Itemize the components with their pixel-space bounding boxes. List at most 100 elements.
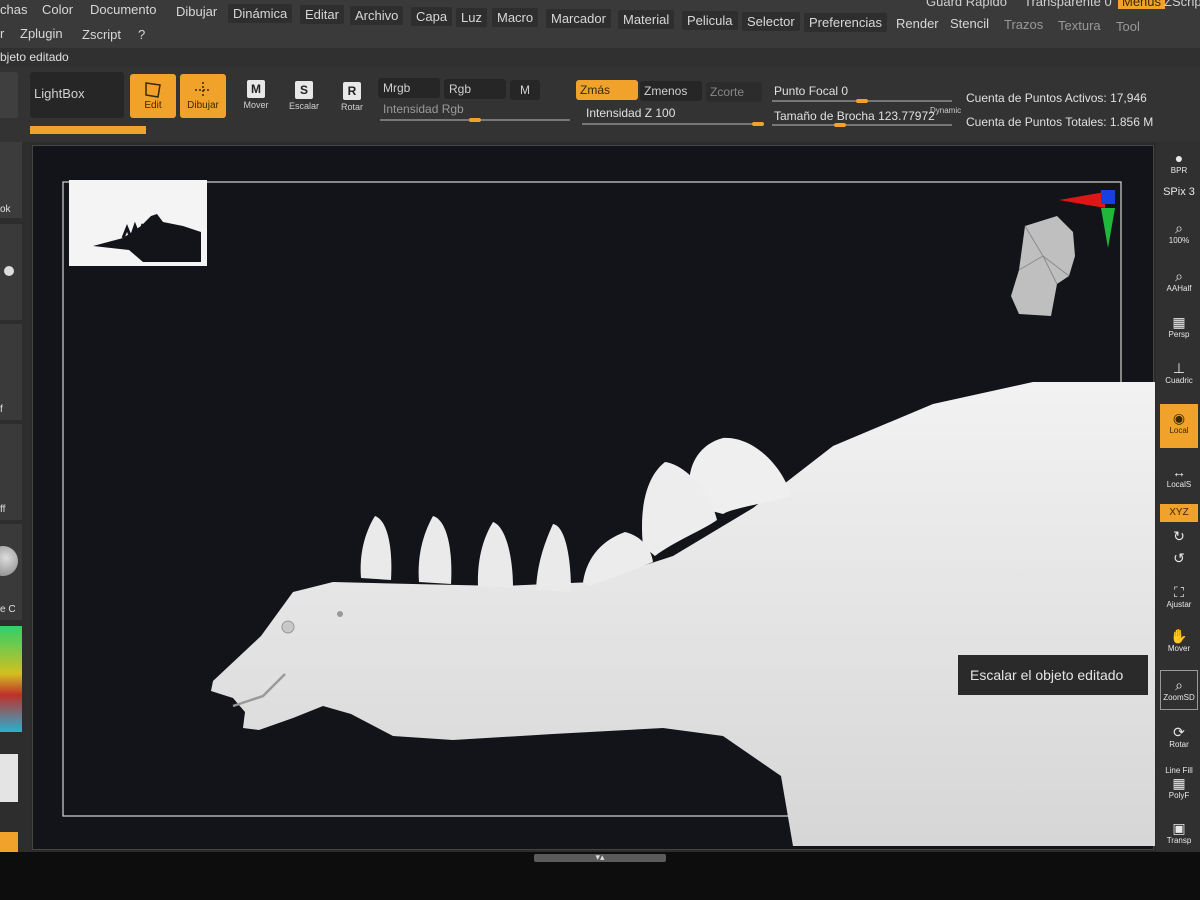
menu-item-selector[interactable]: Selector — [742, 12, 800, 31]
menu-item-material[interactable]: Material — [618, 10, 675, 29]
local-label: Local — [1169, 426, 1189, 435]
left-brush-slot[interactable]: ok — [0, 142, 22, 218]
menu-item-luz[interactable]: Luz — [456, 8, 487, 27]
scale-button[interactable]: S Escalar — [282, 81, 326, 125]
menu-item-capa[interactable]: Capa — [411, 7, 453, 26]
persp-button[interactable]: ▦ Persp — [1160, 308, 1198, 348]
zcut-button[interactable]: Zcorte — [706, 82, 762, 102]
symmetry-icon: ↔ — [1172, 464, 1186, 480]
tooltip: Escalar el objeto editado — [958, 655, 1148, 695]
menu-item-stencil[interactable]: Stencil — [950, 16, 989, 31]
menu-item-macro[interactable]: Macro — [492, 8, 539, 27]
transp-button[interactable]: ▣ Transp — [1160, 814, 1198, 854]
menu-item-color[interactable]: Color — [42, 2, 73, 17]
line-fill-label: Line Fill — [1165, 766, 1193, 775]
menu-item-pelicula[interactable]: Pelicula — [682, 11, 738, 30]
brush-size-slider[interactable] — [772, 124, 952, 126]
m-button[interactable]: M — [510, 80, 540, 100]
menu-item-zscript[interactable]: Zscript — [82, 27, 121, 42]
transp-label: Transp — [1166, 836, 1192, 845]
aahalf-button[interactable]: ⌕ AAHalf — [1160, 262, 1198, 302]
menu-item-marcador[interactable]: Marcador — [546, 9, 611, 28]
zoom3d-label: ZoomSD — [1163, 693, 1195, 702]
menu-item-tool[interactable]: Tool — [1116, 19, 1140, 34]
locals-button[interactable]: ↔ LocalS — [1160, 458, 1198, 498]
polyframe-button[interactable]: Line Fill ▦ PolyF — [1160, 766, 1198, 806]
floor-icon: ⊥ — [1172, 360, 1186, 376]
zadd-button[interactable]: Zmás — [576, 80, 638, 100]
menu-item-dinamica[interactable]: Dinámica — [228, 4, 293, 23]
menus-toggle[interactable]: Menus — [1118, 0, 1166, 9]
left-material-slot[interactable]: e C — [0, 524, 22, 620]
grid-icon: ▦ — [1172, 314, 1186, 330]
frame-icon: ⛶ — [1174, 584, 1184, 600]
menu-item-r[interactable]: r — [0, 26, 4, 41]
spix-button[interactable]: SPix 3 — [1160, 186, 1198, 206]
actual-size-button[interactable]: ⌕ 100% — [1160, 214, 1198, 254]
move-button[interactable]: M Mover — [234, 80, 278, 124]
zoom3d-icon: ⌕ — [1175, 677, 1183, 693]
head-orientation-icon[interactable] — [1011, 216, 1075, 316]
bpr-button[interactable]: ● BPR — [1160, 144, 1198, 184]
navigator-thumbnail[interactable] — [69, 180, 207, 266]
transparency-slider[interactable]: Transparente 0 — [1024, 0, 1112, 9]
menu-item-trazos[interactable]: Trazos — [1004, 17, 1043, 32]
rgb-button[interactable]: Rgb — [444, 79, 506, 99]
focal-point-knob[interactable] — [856, 99, 868, 103]
menu-item-dibujar[interactable]: Dibujar — [176, 4, 217, 19]
aahalf-label: AAHalf — [1166, 284, 1192, 293]
hand-icon: ✋ — [1170, 628, 1188, 644]
local-icon: ◉ — [1172, 410, 1186, 426]
menu-item-chas[interactable]: chas — [0, 2, 27, 17]
mrgb-button[interactable]: Mrgb — [378, 78, 440, 98]
xyz-button[interactable]: XYZ — [1160, 504, 1198, 522]
zscript-label: ZScript — [1164, 0, 1200, 9]
sculpt-canvas[interactable] — [33, 146, 1155, 851]
bpr-label: BPR — [1170, 166, 1188, 175]
collapse-arrows-icon[interactable]: ▾▴ — [590, 852, 610, 862]
menu-item-zplugin[interactable]: Zplugin — [20, 26, 63, 41]
edit-button[interactable]: Edit — [130, 74, 176, 118]
menu-item-preferencias[interactable]: Preferencias — [804, 13, 887, 32]
quick-save-button[interactable]: Guard Rapido — [926, 0, 1007, 9]
frame-button[interactable]: ⛶ Ajustar — [1160, 578, 1198, 618]
floor-button[interactable]: ⊥ Cuadric — [1160, 354, 1198, 394]
sphere-icon: ● — [1174, 150, 1184, 166]
lightbox-button[interactable]: LightBox — [30, 72, 124, 118]
left-alpha-slot[interactable]: f — [0, 324, 22, 420]
menu-item-textura[interactable]: Textura — [1058, 18, 1101, 33]
dynamic-label[interactable]: Dynamic — [930, 106, 961, 115]
left-texture-slot[interactable]: ff — [0, 424, 22, 520]
left-stroke-slot[interactable] — [0, 224, 22, 320]
menu-item-documento[interactable]: Documento — [90, 2, 156, 17]
draw-button[interactable]: Dibujar — [180, 74, 226, 118]
local-button[interactable]: ◉ Local — [1160, 404, 1198, 448]
right-shelf: ● BPR SPix 3 ⌕ 100% ⌕ AAHalf ▦ Persp ⊥ C… — [1156, 142, 1200, 852]
z-intensity-slider[interactable] — [582, 123, 764, 125]
z-intensity-knob[interactable] — [752, 122, 764, 126]
main-color-swatch[interactable] — [0, 754, 18, 802]
stegosaurus-model[interactable] — [211, 382, 1155, 846]
move-view-button[interactable]: ✋ Mover — [1160, 622, 1198, 662]
rotate-button[interactable]: R Rotar — [330, 82, 374, 126]
menu-item-help[interactable]: ? — [138, 27, 145, 42]
draw-label: Dibujar — [187, 100, 219, 111]
rotate-view-button[interactable]: ⟳ Rotar — [1160, 718, 1198, 758]
menu-item-archivo[interactable]: Archivo — [350, 6, 404, 25]
locals-label: LocalS — [1166, 480, 1192, 489]
stroke-dot-icon — [4, 266, 14, 276]
zoom3d-button[interactable]: ⌕ ZoomSD — [1160, 670, 1198, 710]
rgb-intensity-knob[interactable] — [469, 118, 481, 122]
edit-label: Edit — [144, 100, 162, 111]
menu-item-render[interactable]: Render — [896, 16, 939, 31]
color-picker[interactable] — [0, 626, 22, 732]
canvas-viewport[interactable] — [32, 145, 1155, 851]
brush-size-knob[interactable] — [834, 123, 847, 127]
tool-thumbnail[interactable] — [0, 72, 18, 118]
secondary-orange-slot[interactable] — [0, 832, 18, 852]
rotate-y-button[interactable]: ↻ — [1160, 526, 1198, 546]
zsub-button[interactable]: Zmenos — [640, 81, 702, 101]
rotate-z-button[interactable]: ↺ — [1160, 548, 1198, 568]
menu-item-editar[interactable]: Editar — [300, 5, 344, 24]
rotate-icon: R — [343, 82, 361, 100]
